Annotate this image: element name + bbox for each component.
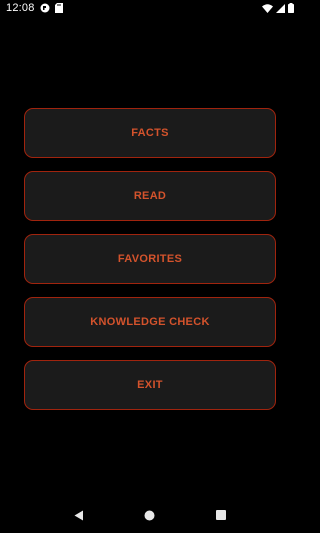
status-right xyxy=(262,3,294,13)
recents-icon[interactable] xyxy=(209,503,233,527)
exit-button-label: EXIT xyxy=(137,379,163,391)
read-button-label: READ xyxy=(133,190,167,202)
facts-button[interactable]: FACTS xyxy=(24,108,276,158)
read-button[interactable]: READ xyxy=(24,171,276,221)
knowledge-check-button[interactable]: KNOWLEDGE CHECK xyxy=(24,297,276,347)
signal-icon xyxy=(276,3,285,13)
facts-button-label: FACTS xyxy=(131,127,169,139)
favorites-button[interactable]: FAVORITES xyxy=(24,234,276,284)
app-screen: 12:08 FACTS READ FAVORITES KNOWLEDGE CHE… xyxy=(0,0,300,533)
wifi-icon xyxy=(262,3,273,13)
knowledge-check-button-label: KNOWLEDGE CHECK xyxy=(90,316,210,328)
status-time: 12:08 xyxy=(6,2,35,14)
navigation-bar xyxy=(0,497,300,533)
sd-card-icon xyxy=(54,3,63,13)
back-icon[interactable] xyxy=(67,503,91,527)
exit-button[interactable]: EXIT xyxy=(24,360,276,410)
main-menu: FACTS READ FAVORITES KNOWLEDGE CHECK EXI… xyxy=(24,108,276,410)
status-bar: 12:08 xyxy=(0,0,300,16)
battery-icon xyxy=(288,3,294,13)
status-left: 12:08 xyxy=(6,2,63,14)
favorites-button-label: FAVORITES xyxy=(117,253,183,265)
home-icon[interactable] xyxy=(138,503,162,527)
app-notification-icon xyxy=(40,3,50,13)
